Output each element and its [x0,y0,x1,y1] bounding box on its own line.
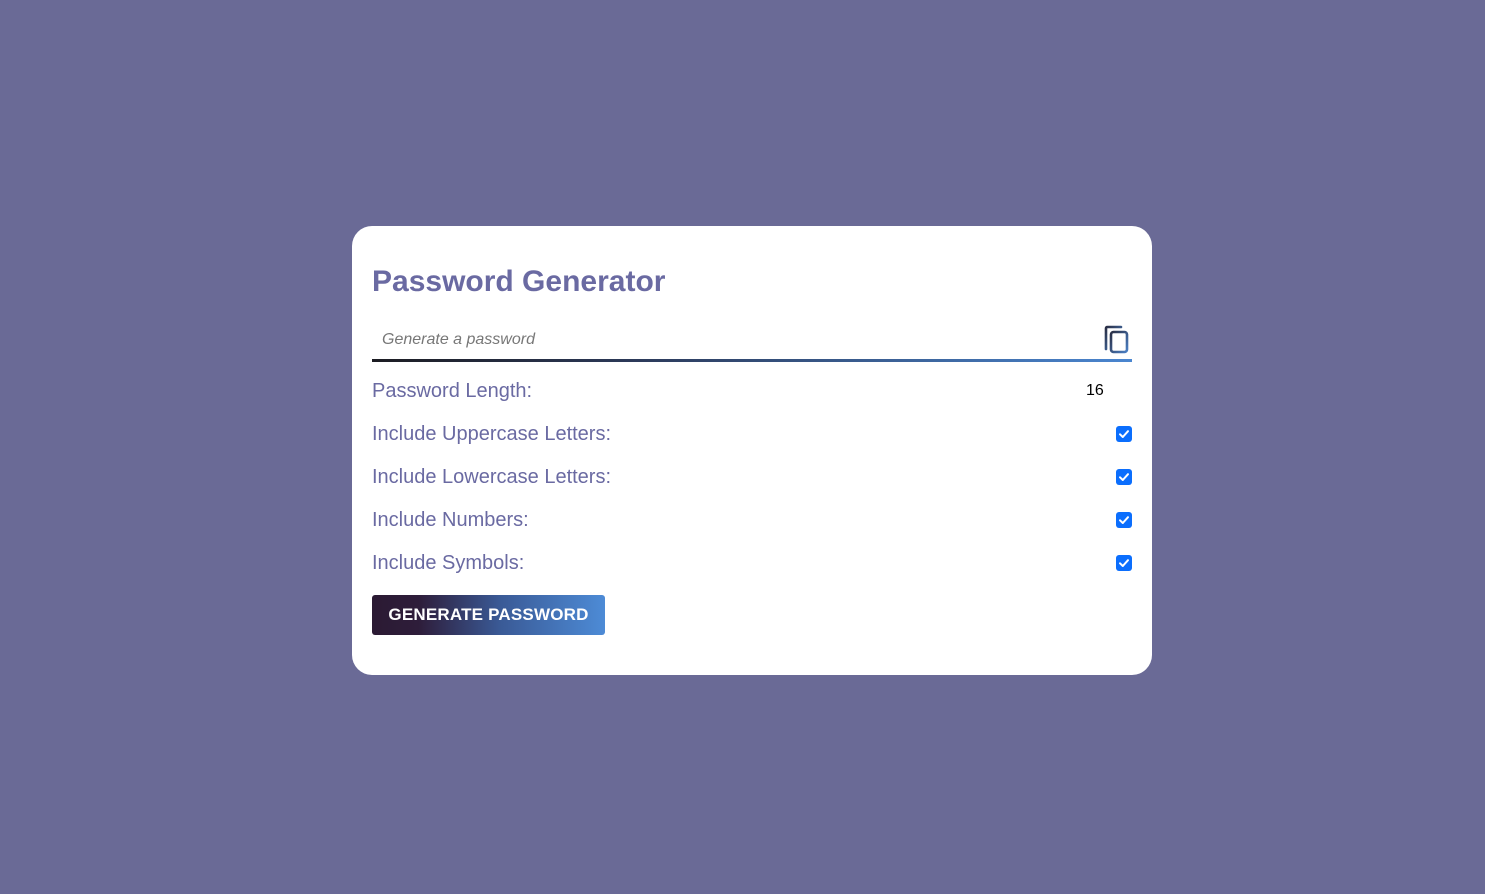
symbols-checkbox[interactable] [1116,555,1132,571]
symbols-label: Include Symbols: [372,552,525,574]
page-title: Password Generator [372,265,666,298]
numbers-label: Include Numbers: [372,509,529,531]
password-field-underline [372,359,1132,362]
length-input[interactable] [1082,379,1132,403]
symbols-row: Include Symbols: [372,549,1132,577]
copy-icon[interactable] [1102,325,1132,355]
length-label: Password Length: [372,380,533,402]
password-generator-card: Password Generator Password Length: Incl… [352,226,1152,675]
password-output-field[interactable] [372,321,1092,359]
lowercase-row: Include Lowercase Letters: [372,463,1132,491]
lowercase-checkbox[interactable] [1116,469,1132,485]
lowercase-label: Include Lowercase Letters: [372,466,612,488]
uppercase-label: Include Uppercase Letters: [372,423,612,445]
password-output-row [372,321,1132,363]
generate-password-button[interactable]: GENERATE PASSWORD [372,595,605,635]
uppercase-row: Include Uppercase Letters: [372,420,1132,448]
numbers-checkbox[interactable] [1116,512,1132,528]
numbers-row: Include Numbers: [372,506,1132,534]
length-row: Password Length: [372,377,1132,405]
uppercase-checkbox[interactable] [1116,426,1132,442]
